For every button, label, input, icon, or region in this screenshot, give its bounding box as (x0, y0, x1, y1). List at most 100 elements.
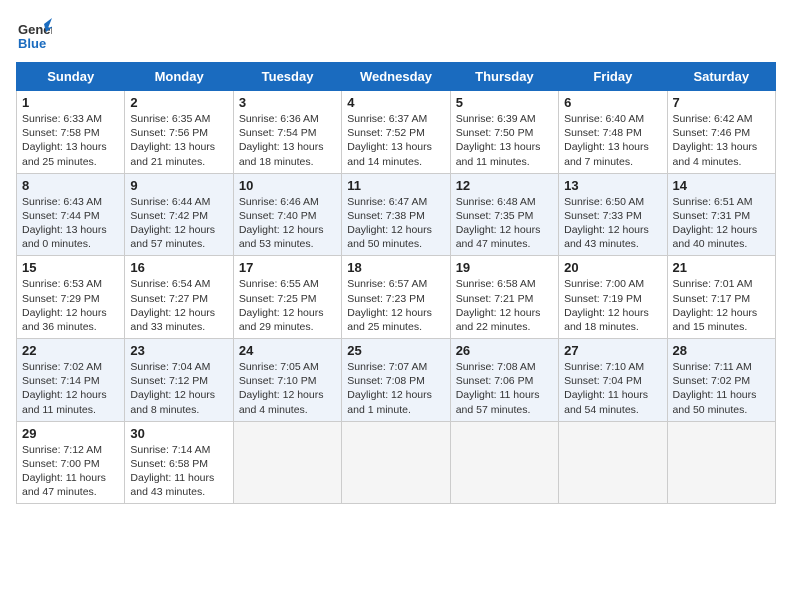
day-info: Sunrise: 6:47 AM Sunset: 7:38 PM Dayligh… (347, 195, 444, 252)
day-info: Sunrise: 6:35 AM Sunset: 7:56 PM Dayligh… (130, 112, 227, 169)
day-info: Sunrise: 7:02 AM Sunset: 7:14 PM Dayligh… (22, 360, 119, 417)
page-header: General Blue (16, 16, 776, 52)
day-info: Sunrise: 6:36 AM Sunset: 7:54 PM Dayligh… (239, 112, 336, 169)
day-cell-16: 16 Sunrise: 6:54 AM Sunset: 7:27 PM Dayl… (125, 256, 233, 339)
day-info: Sunrise: 6:37 AM Sunset: 7:52 PM Dayligh… (347, 112, 444, 169)
day-cell-6: 6 Sunrise: 6:40 AM Sunset: 7:48 PM Dayli… (559, 91, 667, 174)
day-number: 18 (347, 260, 444, 275)
day-number: 21 (673, 260, 770, 275)
col-header-thursday: Thursday (450, 63, 558, 91)
day-info: Sunrise: 7:01 AM Sunset: 7:17 PM Dayligh… (673, 277, 770, 334)
day-number: 7 (673, 95, 770, 110)
calendar-row-1: 1 Sunrise: 6:33 AM Sunset: 7:58 PM Dayli… (17, 91, 776, 174)
logo: General Blue (16, 16, 56, 52)
day-cell-3: 3 Sunrise: 6:36 AM Sunset: 7:54 PM Dayli… (233, 91, 341, 174)
day-cell-7: 7 Sunrise: 6:42 AM Sunset: 7:46 PM Dayli… (667, 91, 775, 174)
calendar-table: SundayMondayTuesdayWednesdayThursdayFrid… (16, 62, 776, 504)
day-number: 26 (456, 343, 553, 358)
col-header-tuesday: Tuesday (233, 63, 341, 91)
day-number: 19 (456, 260, 553, 275)
day-cell-8: 8 Sunrise: 6:43 AM Sunset: 7:44 PM Dayli… (17, 173, 125, 256)
day-cell-29: 29 Sunrise: 7:12 AM Sunset: 7:00 PM Dayl… (17, 421, 125, 504)
day-cell-30: 30 Sunrise: 7:14 AM Sunset: 6:58 PM Dayl… (125, 421, 233, 504)
day-cell-18: 18 Sunrise: 6:57 AM Sunset: 7:23 PM Dayl… (342, 256, 450, 339)
day-number: 28 (673, 343, 770, 358)
day-info: Sunrise: 7:05 AM Sunset: 7:10 PM Dayligh… (239, 360, 336, 417)
day-info: Sunrise: 6:58 AM Sunset: 7:21 PM Dayligh… (456, 277, 553, 334)
day-info: Sunrise: 6:43 AM Sunset: 7:44 PM Dayligh… (22, 195, 119, 252)
day-number: 5 (456, 95, 553, 110)
day-number: 27 (564, 343, 661, 358)
day-number: 17 (239, 260, 336, 275)
day-cell-9: 9 Sunrise: 6:44 AM Sunset: 7:42 PM Dayli… (125, 173, 233, 256)
day-cell-4: 4 Sunrise: 6:37 AM Sunset: 7:52 PM Dayli… (342, 91, 450, 174)
calendar-row-5: 29 Sunrise: 7:12 AM Sunset: 7:00 PM Dayl… (17, 421, 776, 504)
day-cell-20: 20 Sunrise: 7:00 AM Sunset: 7:19 PM Dayl… (559, 256, 667, 339)
col-header-friday: Friday (559, 63, 667, 91)
day-info: Sunrise: 6:33 AM Sunset: 7:58 PM Dayligh… (22, 112, 119, 169)
day-number: 12 (456, 178, 553, 193)
col-header-sunday: Sunday (17, 63, 125, 91)
day-number: 8 (22, 178, 119, 193)
day-cell-19: 19 Sunrise: 6:58 AM Sunset: 7:21 PM Dayl… (450, 256, 558, 339)
col-header-saturday: Saturday (667, 63, 775, 91)
day-number: 16 (130, 260, 227, 275)
col-header-monday: Monday (125, 63, 233, 91)
day-number: 3 (239, 95, 336, 110)
day-info: Sunrise: 6:42 AM Sunset: 7:46 PM Dayligh… (673, 112, 770, 169)
day-cell-15: 15 Sunrise: 6:53 AM Sunset: 7:29 PM Dayl… (17, 256, 125, 339)
header-row: SundayMondayTuesdayWednesdayThursdayFrid… (17, 63, 776, 91)
day-cell-10: 10 Sunrise: 6:46 AM Sunset: 7:40 PM Dayl… (233, 173, 341, 256)
empty-cell (342, 421, 450, 504)
empty-cell (667, 421, 775, 504)
day-number: 14 (673, 178, 770, 193)
day-cell-5: 5 Sunrise: 6:39 AM Sunset: 7:50 PM Dayli… (450, 91, 558, 174)
empty-cell (233, 421, 341, 504)
calendar-row-4: 22 Sunrise: 7:02 AM Sunset: 7:14 PM Dayl… (17, 339, 776, 422)
day-number: 13 (564, 178, 661, 193)
empty-cell (450, 421, 558, 504)
day-info: Sunrise: 6:39 AM Sunset: 7:50 PM Dayligh… (456, 112, 553, 169)
day-info: Sunrise: 7:00 AM Sunset: 7:19 PM Dayligh… (564, 277, 661, 334)
day-cell-12: 12 Sunrise: 6:48 AM Sunset: 7:35 PM Dayl… (450, 173, 558, 256)
day-info: Sunrise: 6:54 AM Sunset: 7:27 PM Dayligh… (130, 277, 227, 334)
day-cell-27: 27 Sunrise: 7:10 AM Sunset: 7:04 PM Dayl… (559, 339, 667, 422)
day-info: Sunrise: 6:50 AM Sunset: 7:33 PM Dayligh… (564, 195, 661, 252)
col-header-wednesday: Wednesday (342, 63, 450, 91)
day-cell-24: 24 Sunrise: 7:05 AM Sunset: 7:10 PM Dayl… (233, 339, 341, 422)
day-number: 22 (22, 343, 119, 358)
day-cell-1: 1 Sunrise: 6:33 AM Sunset: 7:58 PM Dayli… (17, 91, 125, 174)
day-info: Sunrise: 6:51 AM Sunset: 7:31 PM Dayligh… (673, 195, 770, 252)
day-number: 2 (130, 95, 227, 110)
day-number: 11 (347, 178, 444, 193)
day-cell-2: 2 Sunrise: 6:35 AM Sunset: 7:56 PM Dayli… (125, 91, 233, 174)
day-cell-14: 14 Sunrise: 6:51 AM Sunset: 7:31 PM Dayl… (667, 173, 775, 256)
day-cell-17: 17 Sunrise: 6:55 AM Sunset: 7:25 PM Dayl… (233, 256, 341, 339)
day-number: 10 (239, 178, 336, 193)
day-info: Sunrise: 7:14 AM Sunset: 6:58 PM Dayligh… (130, 443, 227, 500)
day-number: 6 (564, 95, 661, 110)
day-number: 30 (130, 426, 227, 441)
day-cell-25: 25 Sunrise: 7:07 AM Sunset: 7:08 PM Dayl… (342, 339, 450, 422)
day-info: Sunrise: 6:44 AM Sunset: 7:42 PM Dayligh… (130, 195, 227, 252)
day-number: 1 (22, 95, 119, 110)
svg-text:Blue: Blue (18, 36, 46, 51)
day-info: Sunrise: 6:46 AM Sunset: 7:40 PM Dayligh… (239, 195, 336, 252)
day-info: Sunrise: 6:53 AM Sunset: 7:29 PM Dayligh… (22, 277, 119, 334)
day-info: Sunrise: 7:12 AM Sunset: 7:00 PM Dayligh… (22, 443, 119, 500)
day-cell-26: 26 Sunrise: 7:08 AM Sunset: 7:06 PM Dayl… (450, 339, 558, 422)
day-info: Sunrise: 6:48 AM Sunset: 7:35 PM Dayligh… (456, 195, 553, 252)
day-info: Sunrise: 7:10 AM Sunset: 7:04 PM Dayligh… (564, 360, 661, 417)
day-info: Sunrise: 6:40 AM Sunset: 7:48 PM Dayligh… (564, 112, 661, 169)
day-info: Sunrise: 7:07 AM Sunset: 7:08 PM Dayligh… (347, 360, 444, 417)
day-cell-22: 22 Sunrise: 7:02 AM Sunset: 7:14 PM Dayl… (17, 339, 125, 422)
day-info: Sunrise: 6:57 AM Sunset: 7:23 PM Dayligh… (347, 277, 444, 334)
day-info: Sunrise: 6:55 AM Sunset: 7:25 PM Dayligh… (239, 277, 336, 334)
day-info: Sunrise: 7:11 AM Sunset: 7:02 PM Dayligh… (673, 360, 770, 417)
calendar-row-2: 8 Sunrise: 6:43 AM Sunset: 7:44 PM Dayli… (17, 173, 776, 256)
day-number: 29 (22, 426, 119, 441)
day-info: Sunrise: 7:04 AM Sunset: 7:12 PM Dayligh… (130, 360, 227, 417)
day-number: 24 (239, 343, 336, 358)
day-cell-28: 28 Sunrise: 7:11 AM Sunset: 7:02 PM Dayl… (667, 339, 775, 422)
day-number: 9 (130, 178, 227, 193)
